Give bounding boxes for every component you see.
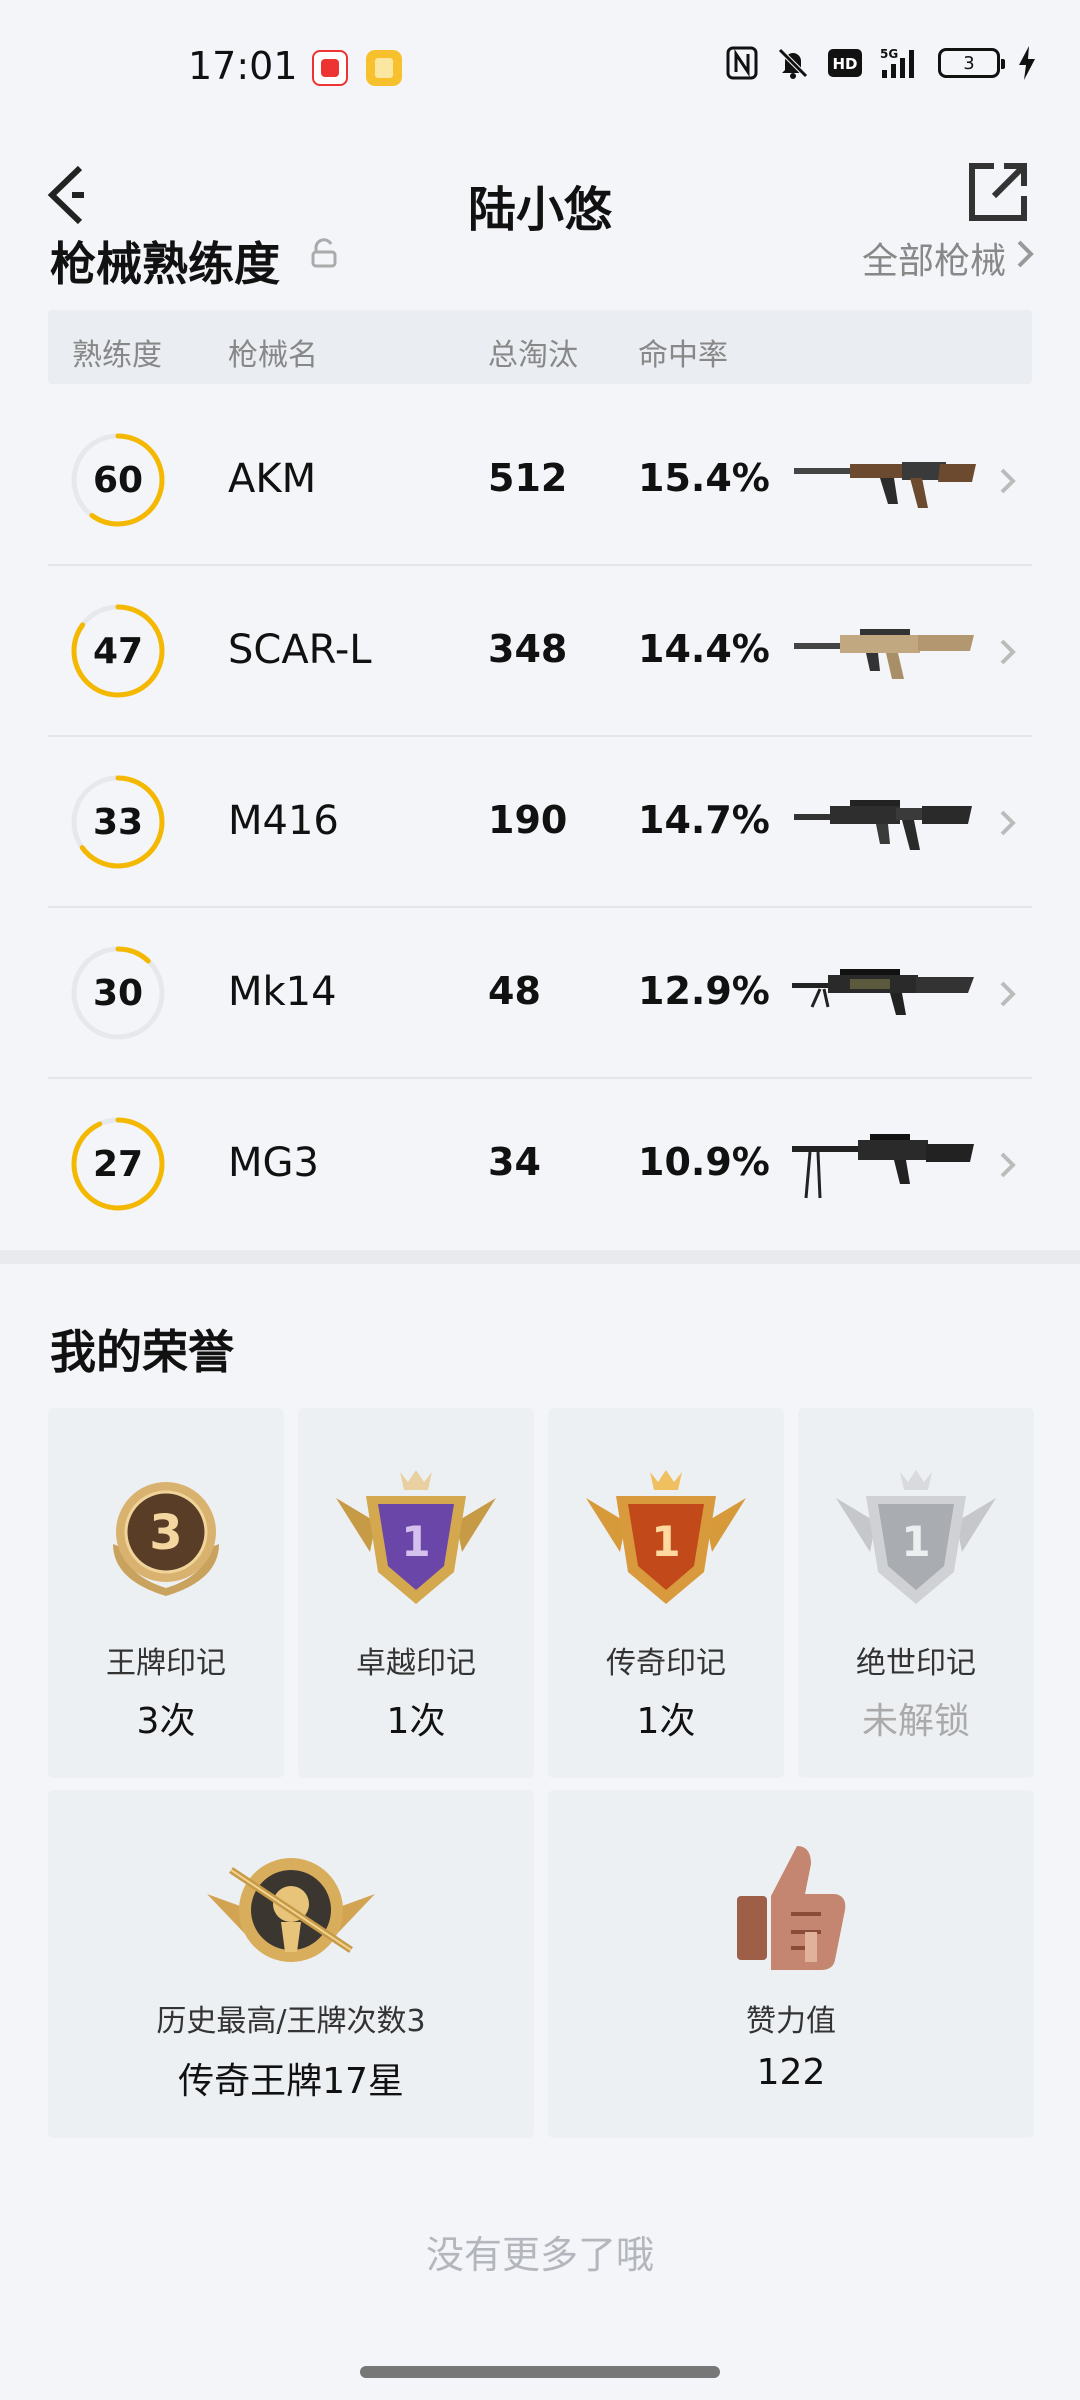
proficiency-level: 47	[92, 630, 144, 672]
battery-icon: 3	[938, 48, 1005, 78]
weapon-kills: 190	[488, 798, 568, 842]
no-more-content-text: 没有更多了哦	[425, 2233, 654, 2277]
chevron-right-icon	[1000, 810, 1016, 836]
proficiency-level: 30	[92, 972, 144, 1014]
column-header-hit-rate: 命中率	[638, 338, 728, 373]
legend-mark-badge-icon: 1	[586, 1470, 746, 1604]
honor-label: 卓越印记	[356, 1646, 476, 1681]
charging-icon	[1018, 46, 1036, 80]
honor-value: 未解锁	[861, 1701, 970, 1742]
likes-card[interactable]: 赞力值 122	[548, 1790, 1034, 2138]
weapon-name: Mk14	[228, 969, 337, 1015]
weapon-row[interactable]: 33 M416 190 14.7%	[48, 738, 1032, 908]
mg3-machine-gun-icon	[792, 1134, 974, 1199]
weapon-hit-rate: 14.4%	[638, 627, 770, 671]
weapon-name: SCAR-L	[228, 627, 372, 673]
weapon-section-title: 枪械熟练度	[50, 237, 280, 291]
weapon-kills: 348	[488, 627, 568, 671]
weapon-name: MG3	[228, 1140, 319, 1186]
honor-card-peerless[interactable]: 1 绝世印记 未解锁	[798, 1408, 1034, 1778]
honor-value: 3次	[136, 1701, 196, 1742]
share-icon	[969, 163, 1027, 221]
highest-rank-badge-icon	[207, 1858, 375, 1962]
weapon-hit-rate: 12.9%	[638, 969, 770, 1013]
signal-5g-icon: 5G	[880, 46, 920, 80]
badge-number: 1	[651, 1517, 680, 1566]
likes-label: 赞力值	[746, 2004, 836, 2039]
battery-level: 3	[963, 52, 975, 74]
nfc-icon	[726, 46, 758, 80]
likes-value: 122	[756, 2052, 826, 2093]
home-indicator[interactable]	[360, 2366, 720, 2378]
honor-label: 王牌印记	[106, 1646, 226, 1681]
chevron-right-icon	[1000, 1152, 1016, 1178]
peerless-mark-badge-icon: 1	[836, 1470, 996, 1604]
weapon-table-header: 熟练度 枪械名 总淘汰 命中率	[48, 310, 1032, 384]
honor-value: 1次	[636, 1701, 696, 1742]
weapon-kills: 512	[488, 456, 568, 500]
thumbs-up-icon	[737, 1846, 846, 1970]
hd-icon: HD	[828, 46, 862, 80]
honor-card-legend[interactable]: 1 传奇印记 1次	[548, 1408, 784, 1778]
weapon-hit-rate: 14.7%	[638, 798, 770, 842]
screen: { "status_bar": {"time": "17:01", "batte…	[0, 0, 1080, 2400]
mk14-rifle-icon	[792, 969, 974, 1015]
weapon-row[interactable]: 60 AKM 512 15.4%	[48, 396, 1032, 566]
proficiency-level: 60	[92, 459, 144, 501]
honor-card-ace[interactable]: 3 王牌印记 3次	[48, 1408, 284, 1778]
weapon-hit-rate: 10.9%	[638, 1140, 770, 1184]
highest-rank-label: 历史最高/王牌次数3	[156, 2004, 426, 2039]
notification-app-icon	[312, 50, 348, 86]
badge-number: 3	[149, 1505, 182, 1561]
weapon-row[interactable]: 30 Mk14 48 12.9%	[48, 909, 1032, 1079]
proficiency-level: 33	[92, 801, 144, 843]
honor-label: 传奇印记	[606, 1646, 726, 1681]
scar-l-rifle-icon	[794, 629, 974, 679]
highest-rank-card[interactable]: 历史最高/王牌次数3 传奇王牌17星	[48, 1790, 534, 2138]
honors-section-title: 我的荣誉	[50, 1325, 234, 1379]
weapon-hit-rate: 15.4%	[638, 456, 770, 500]
honor-label: 绝世印记	[856, 1646, 976, 1681]
chevron-right-icon	[1000, 981, 1016, 1007]
honor-card-excellence[interactable]: 1 卓越印记 1次	[298, 1408, 534, 1778]
m416-rifle-icon	[794, 800, 972, 850]
all-weapons-link[interactable]: 全部枪械	[862, 232, 1006, 284]
column-header-kills: 总淘汰	[488, 338, 578, 373]
chevron-right-icon	[1000, 639, 1016, 665]
unlock-icon[interactable]	[310, 238, 338, 268]
weapon-row[interactable]: 27 MG3 34 10.9%	[48, 1080, 1032, 1250]
weapon-kills: 48	[488, 969, 541, 1013]
honor-value: 1次	[386, 1701, 446, 1742]
svg-text:5G: 5G	[880, 47, 898, 61]
column-header-weapon-name: 枪械名	[228, 338, 318, 373]
ace-mark-badge-icon: 3	[113, 1482, 219, 1596]
badge-number: 1	[901, 1517, 930, 1566]
proficiency-level: 27	[92, 1143, 144, 1185]
section-divider	[0, 1250, 1080, 1264]
weapon-name: AKM	[228, 456, 317, 502]
notification-notes-icon	[366, 50, 402, 86]
share-button[interactable]	[966, 160, 1030, 224]
status-time: 17:01	[188, 44, 298, 88]
status-bar: 17:01 HD 5G 3	[0, 0, 1080, 120]
chevron-right-icon	[1000, 468, 1016, 494]
svg-text:HD: HD	[832, 55, 857, 73]
chevron-right-icon[interactable]	[1014, 236, 1036, 272]
excellence-mark-badge-icon: 1	[336, 1470, 496, 1604]
weapon-row[interactable]: 47 SCAR-L 348 14.4%	[48, 567, 1032, 737]
akm-rifle-icon	[794, 462, 976, 508]
badge-number: 1	[401, 1517, 430, 1566]
highest-rank-value: 传奇王牌17星	[178, 2061, 404, 2102]
column-header-proficiency: 熟练度	[72, 338, 162, 373]
weapon-name: M416	[228, 798, 339, 844]
weapon-kills: 34	[488, 1140, 541, 1184]
mute-icon	[776, 46, 810, 80]
